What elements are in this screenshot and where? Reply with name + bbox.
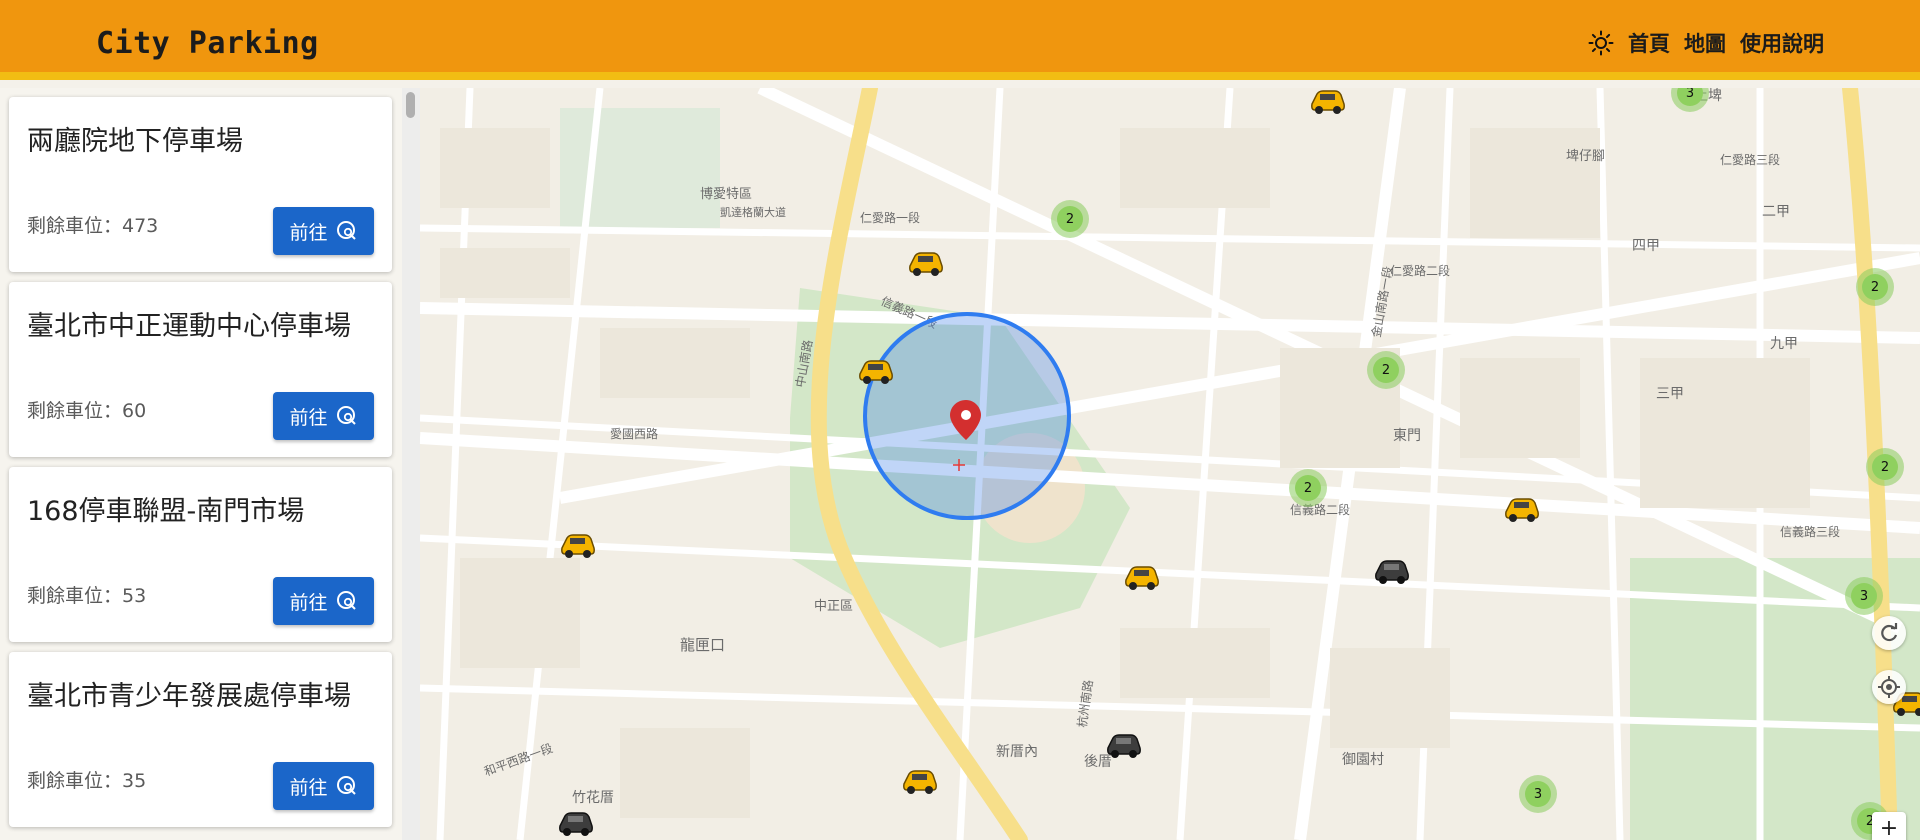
cluster-marker[interactable]: 2 <box>1866 448 1904 486</box>
svg-text:龍匣口: 龍匣口 <box>680 636 725 654</box>
go-button-label: 前往 <box>289 221 328 244</box>
parking-card: 臺北市中正運動中心停車場 剩餘車位：60 前往 <box>9 282 392 457</box>
svg-text:東門: 東門 <box>1393 428 1421 444</box>
svg-text:四甲: 四甲 <box>1632 238 1660 254</box>
car-marker-icon[interactable] <box>900 766 940 796</box>
parking-name: 臺北市青少年發展處停車場 <box>27 681 351 712</box>
locate-button[interactable] <box>1872 670 1906 704</box>
top-nav: 首頁 地圖 使用說明 <box>1588 28 1824 58</box>
cluster-marker[interactable]: 2 <box>1367 351 1405 389</box>
svg-text:仁愛路三段: 仁愛路三段 <box>1720 152 1780 167</box>
cluster-marker[interactable]: 3 <box>1519 775 1557 813</box>
cluster-marker[interactable]: 3 <box>1845 577 1883 615</box>
car-marker-icon[interactable] <box>556 808 596 838</box>
car-marker-icon[interactable] <box>1122 562 1162 592</box>
svg-text:中正區: 中正區 <box>814 599 853 614</box>
svg-text:仁愛路二段: 仁愛路二段 <box>1390 263 1450 278</box>
go-button-label: 前往 <box>289 406 328 429</box>
zoom-in-button[interactable]: + <box>1872 812 1906 840</box>
car-marker-icon[interactable] <box>906 248 946 278</box>
refresh-button[interactable] <box>1872 616 1906 650</box>
svg-text:御園村: 御園村 <box>1342 752 1384 768</box>
nav-guide[interactable]: 使用說明 <box>1740 28 1824 58</box>
car-marker-icon[interactable] <box>1502 494 1542 524</box>
parking-name: 168停車聯盟-南門市場 <box>27 496 305 527</box>
svg-text:新厝內: 新厝內 <box>996 744 1038 760</box>
svg-text:愛國西路: 愛國西路 <box>610 426 658 441</box>
svg-text:埤仔腳: 埤仔腳 <box>1566 148 1605 164</box>
car-marker-icon[interactable] <box>1104 730 1144 760</box>
go-button-label: 前往 <box>289 776 328 799</box>
go-button[interactable]: 前往 <box>273 762 374 810</box>
scrollbar-track[interactable] <box>402 88 420 840</box>
parking-name: 兩廳院地下停車場 <box>27 126 243 157</box>
car-marker-icon[interactable] <box>558 530 598 560</box>
svg-text:九甲: 九甲 <box>1770 336 1798 352</box>
svg-text:二甲: 二甲 <box>1762 204 1790 220</box>
cluster-marker[interactable]: 2 <box>1051 200 1089 238</box>
car-marker-icon[interactable] <box>1372 556 1412 586</box>
svg-text:仁愛路一段: 仁愛路一段 <box>860 210 920 225</box>
app-header: City Parking 首頁 地圖 使用說明 <box>0 0 1920 80</box>
available-spaces: 剩餘車位：53 <box>27 585 147 607</box>
nav-map[interactable]: 地圖 <box>1684 28 1726 58</box>
svg-text:三甲: 三甲 <box>1656 386 1684 402</box>
go-button[interactable]: 前往 <box>273 207 374 255</box>
crosshair-locate-icon <box>1878 676 1900 698</box>
svg-text:竹花厝: 竹花厝 <box>572 790 614 806</box>
scrollbar-thumb[interactable] <box>406 92 415 118</box>
zoom-control: + − <box>1872 812 1906 840</box>
go-button[interactable]: 前往 <box>273 392 374 440</box>
parking-card: 兩廳院地下停車場 剩餘車位：473 前往 <box>9 97 392 272</box>
available-spaces: 剩餘車位：60 <box>27 400 147 422</box>
cluster-marker[interactable]: 2 <box>1856 268 1894 306</box>
svg-text:博愛特區: 博愛特區 <box>700 187 752 202</box>
available-spaces: 剩餘車位：473 <box>27 215 159 237</box>
svg-text:凱達格蘭大道: 凱達格蘭大道 <box>720 205 786 219</box>
parking-name: 臺北市中正運動中心停車場 <box>27 311 351 342</box>
svg-text:信義路三段: 信義路三段 <box>1780 524 1840 539</box>
refresh-icon <box>1881 623 1898 642</box>
brand-title[interactable]: City Parking <box>96 26 319 61</box>
car-marker-icon[interactable] <box>1308 88 1348 116</box>
parking-card: 臺北市青少年發展處停車場 剩餘車位：35 前往 <box>9 652 392 827</box>
nav-home[interactable]: 首頁 <box>1628 28 1670 58</box>
go-button[interactable]: 前往 <box>273 577 374 625</box>
sun-icon[interactable] <box>1588 30 1614 56</box>
parking-list-sidebar[interactable]: 兩廳院地下停車場 剩餘車位：473 前往 臺北市中正運動中心停車場 剩餘車位：6… <box>0 88 420 840</box>
travel-explore-icon <box>336 776 356 795</box>
car-marker-icon[interactable] <box>856 356 896 386</box>
travel-explore-icon <box>336 591 356 610</box>
travel-explore-icon <box>336 221 356 240</box>
travel-explore-icon <box>336 406 356 425</box>
available-spaces: 剩餘車位：35 <box>27 770 147 792</box>
go-button-label: 前往 <box>289 591 328 614</box>
cluster-marker[interactable]: 2 <box>1289 469 1327 507</box>
parking-card: 168停車聯盟-南門市場 剩餘車位：53 前往 <box>9 467 392 642</box>
